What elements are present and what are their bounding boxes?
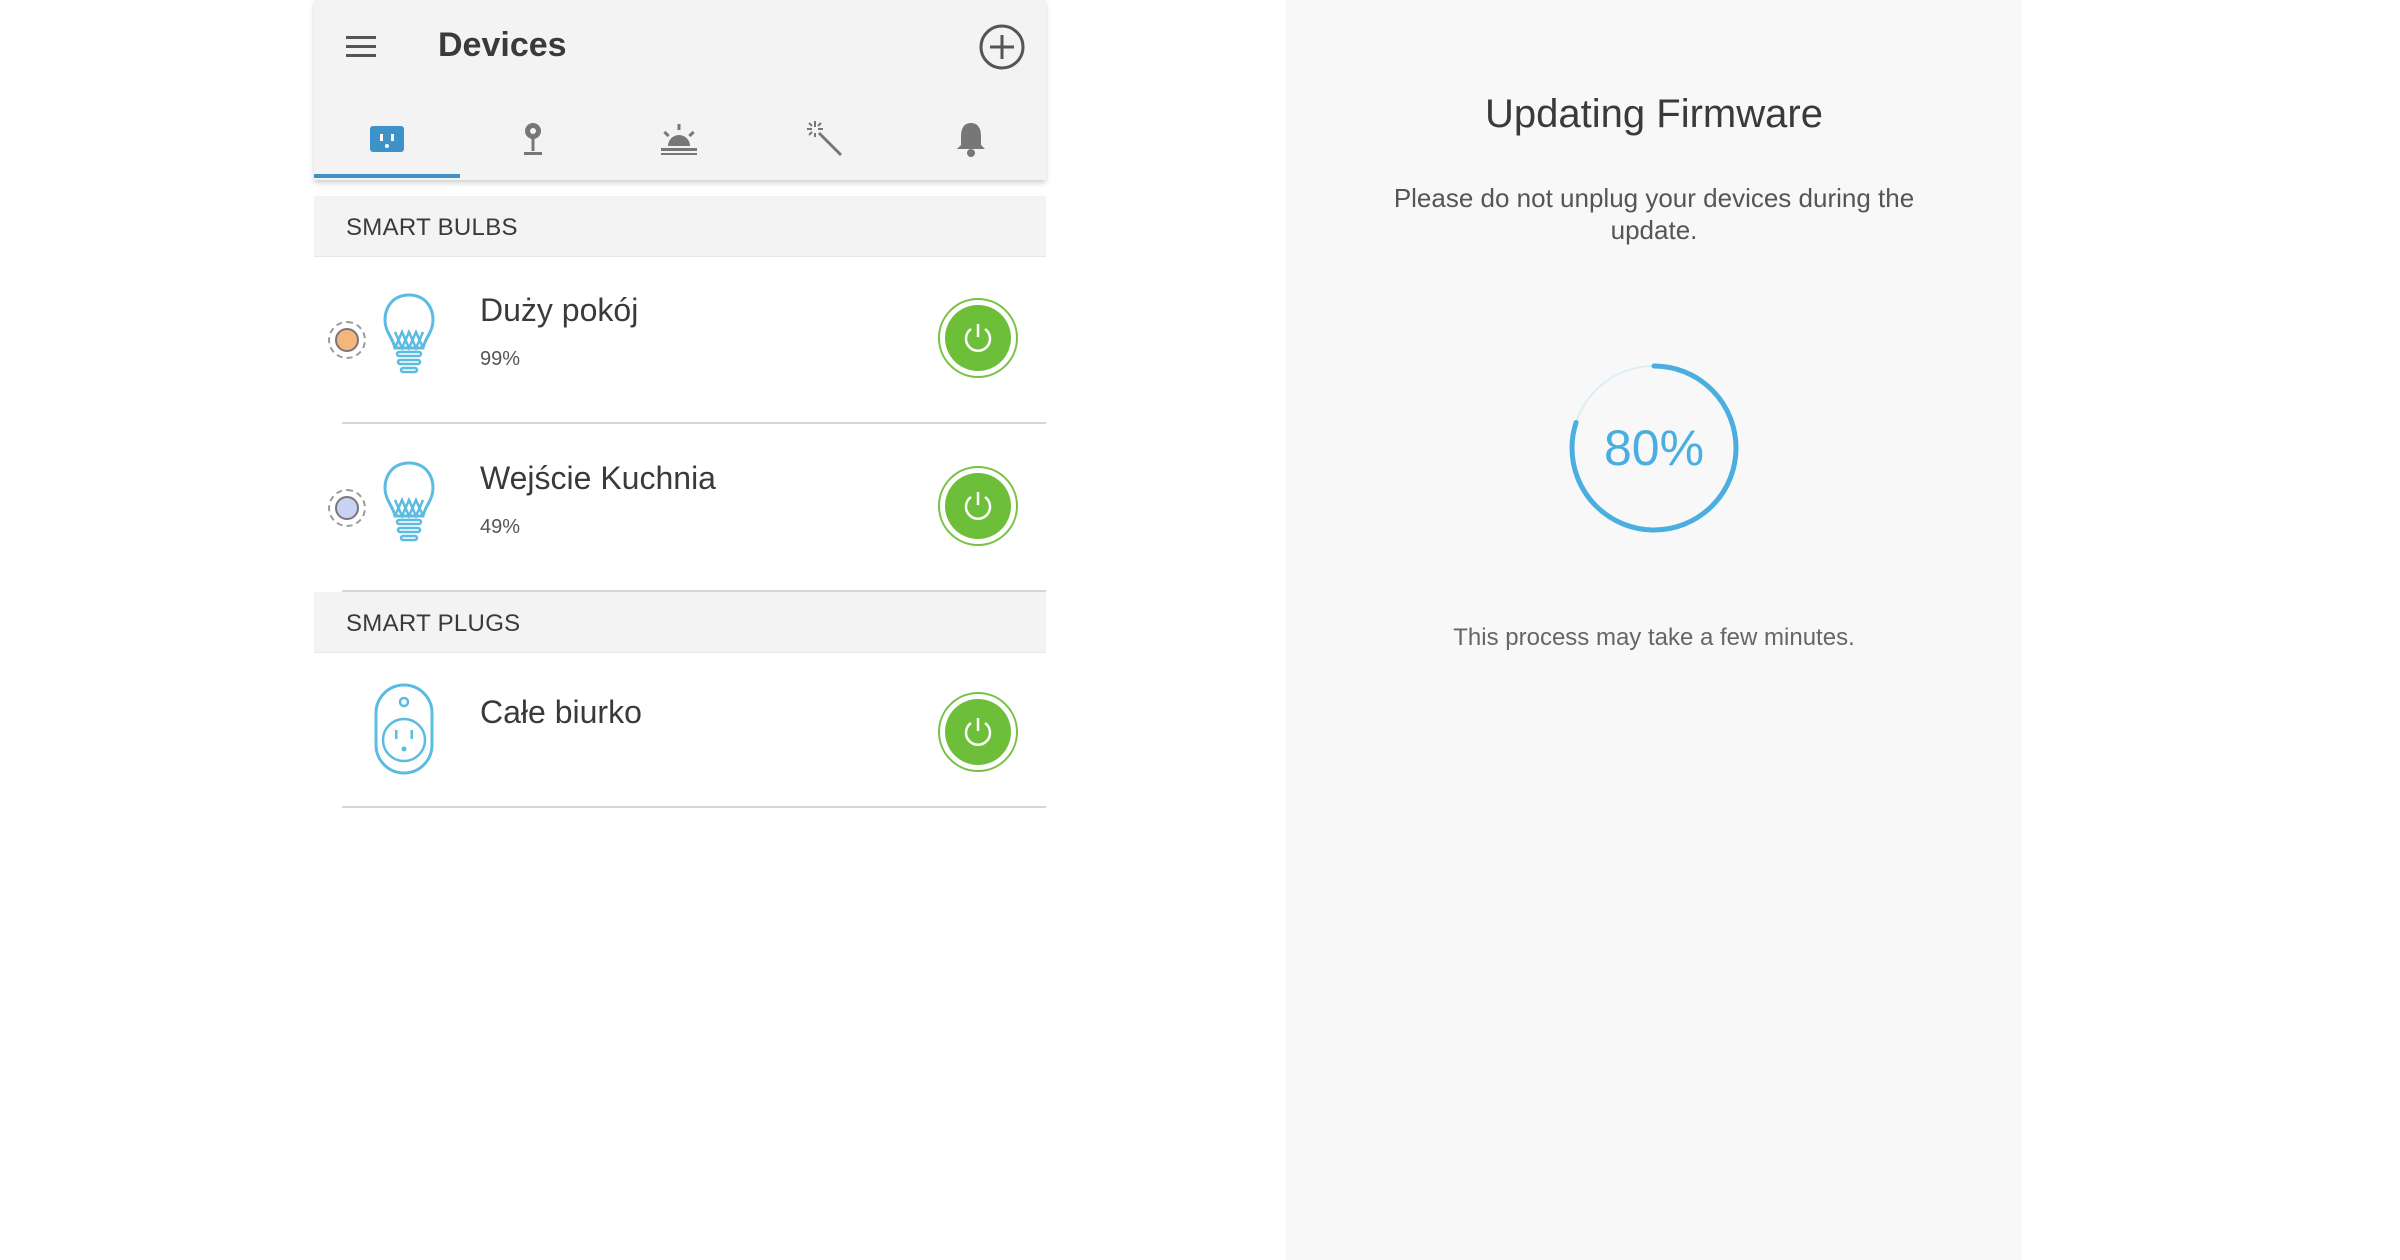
section-header-smart-bulbs: SMART BULBS <box>314 196 1046 257</box>
device-row-plug[interactable]: Całe biurko <box>314 652 1046 808</box>
page-title: Devices <box>438 26 567 64</box>
devices-screen: Devices SMART BULBS Duży pokój 99% Wejśc… <box>314 0 1046 1260</box>
light-color-indicator[interactable] <box>335 328 359 352</box>
device-brightness: 99% <box>480 348 521 370</box>
power-toggle-button[interactable] <box>938 692 1018 772</box>
device-name: Duży pokój <box>480 292 639 328</box>
firmware-note: This process may take a few minutes. <box>1453 624 1855 651</box>
tab-bar <box>314 100 1046 180</box>
tab-away-mode[interactable] <box>460 100 606 177</box>
bell-icon <box>957 122 985 157</box>
menu-button[interactable] <box>344 28 380 64</box>
sunrise-icon <box>661 123 697 155</box>
hamburger-icon <box>346 36 376 57</box>
power-icon <box>964 492 992 520</box>
device-name: Całe biurko <box>480 694 642 730</box>
tab-notifications[interactable] <box>898 100 1044 177</box>
firmware-warning: Please do not unplug your devices during… <box>1393 183 1915 245</box>
device-row-bulb[interactable]: Wejście Kuchnia 49% <box>314 424 1046 592</box>
section-label: SMART BULBS <box>346 214 518 241</box>
app-header: Devices <box>314 0 1046 180</box>
bulb-icon <box>383 293 435 374</box>
light-color-indicator[interactable] <box>335 496 359 520</box>
add-circle-icon <box>979 24 1025 70</box>
power-toggle-button[interactable] <box>938 466 1018 546</box>
section-label: SMART PLUGS <box>346 610 521 637</box>
tab-schedule[interactable] <box>606 100 752 177</box>
progress-percent: 80% <box>1603 420 1705 476</box>
tab-scenes[interactable] <box>752 100 898 177</box>
pin-icon <box>524 122 542 155</box>
row-divider <box>342 806 1046 808</box>
power-icon <box>964 324 992 352</box>
firmware-title: Updating Firmware <box>1485 92 1823 136</box>
smart-plug-icon <box>374 683 434 775</box>
tab-devices[interactable] <box>314 100 460 177</box>
magic-wand-icon <box>807 120 843 156</box>
tab-selected-indicator <box>314 174 460 178</box>
firmware-update-panel: Updating Firmware Please do not unplug y… <box>1286 0 2022 1260</box>
device-row-bulb[interactable]: Duży pokój 99% <box>314 256 1046 424</box>
device-brightness: 49% <box>480 516 521 538</box>
power-toggle-button[interactable] <box>938 298 1018 378</box>
section-header-smart-plugs: SMART PLUGS <box>314 592 1046 653</box>
add-device-button[interactable] <box>978 23 1026 71</box>
power-icon <box>964 718 992 746</box>
bulb-icon <box>383 461 435 542</box>
device-name: Wejście Kuchnia <box>480 460 716 496</box>
plug-icon <box>370 125 404 152</box>
